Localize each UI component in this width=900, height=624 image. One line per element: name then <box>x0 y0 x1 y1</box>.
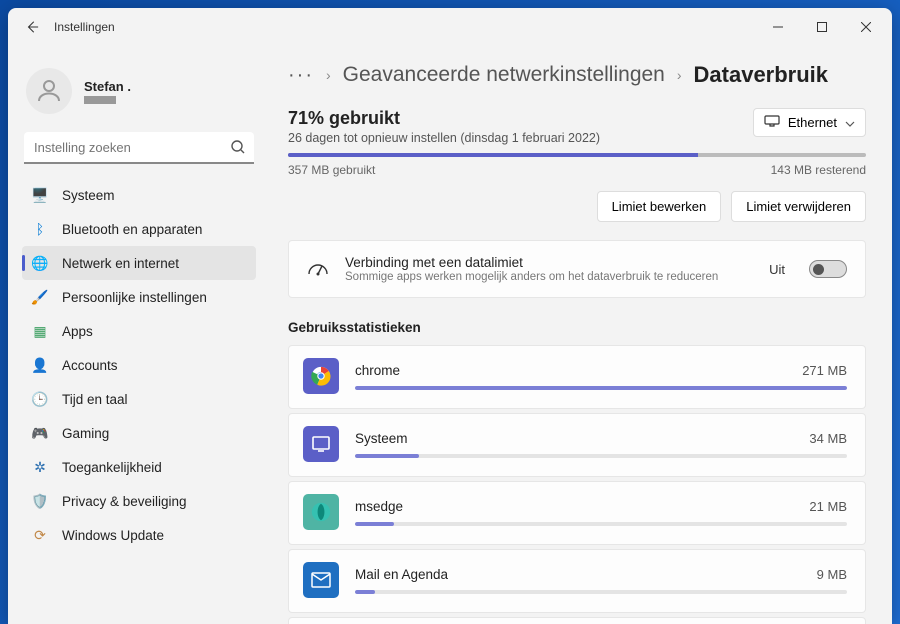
sidebar-item-6[interactable]: 🕒 Tijd en taal <box>22 382 256 416</box>
nav-icon: 🖌️ <box>32 289 48 305</box>
nav-label: Accounts <box>62 358 118 373</box>
nav-icon: 👤 <box>32 357 48 373</box>
profile-name: Stefan . <box>84 79 131 94</box>
nav-icon: ▦ <box>32 323 48 339</box>
app-row[interactable]: msedge 21 MB <box>288 481 866 545</box>
app-icon <box>303 494 339 530</box>
sidebar-item-8[interactable]: ✲ Toegankelijkheid <box>22 450 256 484</box>
nav-icon: 🖥️ <box>32 187 48 203</box>
app-icon <box>303 562 339 598</box>
app-usage-bar <box>355 590 847 594</box>
search-icon <box>230 139 246 160</box>
usage-used: 357 MB gebruikt <box>288 163 375 177</box>
app-row[interactable]: Systeem 34 MB <box>288 413 866 477</box>
sidebar-item-10[interactable]: ⟳ Windows Update <box>22 518 256 552</box>
app-row[interactable]: Mail en Agenda 9 MB <box>288 549 866 613</box>
app-name: Mail en Agenda <box>355 567 448 582</box>
sidebar-item-7[interactable]: 🎮 Gaming <box>22 416 256 450</box>
nav-label: Tijd en taal <box>62 392 128 407</box>
sidebar-item-0[interactable]: 🖥️ Systeem <box>22 178 256 212</box>
nav: 🖥️ Systeem ᛒ Bluetooth en apparaten 🌐 Netwerk… <box>22 178 256 552</box>
nav-icon: 🎮 <box>32 425 48 441</box>
chevron-right-icon: › <box>326 67 331 83</box>
ethernet-icon <box>764 115 780 130</box>
app-usage-bar <box>355 386 847 390</box>
usage-remaining: 143 MB resterend <box>771 163 866 177</box>
app-size: 271 MB <box>802 363 847 378</box>
minimize-button[interactable] <box>756 12 800 42</box>
avatar <box>26 68 72 114</box>
titlebar: Instellingen <box>8 8 892 46</box>
nav-label: Systeem <box>62 188 115 203</box>
sidebar-item-2[interactable]: 🌐 Netwerk en internet <box>22 246 256 280</box>
sidebar-item-4[interactable]: ▦ Apps <box>22 314 256 348</box>
maximize-button[interactable] <box>800 12 844 42</box>
ethernet-selector[interactable]: Ethernet <box>753 108 866 137</box>
sidebar-item-9[interactable]: 🛡️ Privacy & beveiliging <box>22 484 256 518</box>
breadcrumb-more-icon[interactable]: ··· <box>288 64 314 87</box>
card-subtitle: Sommige apps werken mogelijk anders om h… <box>345 271 753 283</box>
toggle-state: Uit <box>769 262 785 277</box>
nav-icon: ᛒ <box>32 221 48 237</box>
sidebar-item-5[interactable]: 👤 Accounts <box>22 348 256 382</box>
metered-connection-card[interactable]: Verbinding met een datalimiet Sommige ap… <box>288 240 866 298</box>
sidebar-item-3[interactable]: 🖌️ Persoonlijke instellingen <box>22 280 256 314</box>
app-row[interactable]: Microsoft Teams 7 MB <box>288 617 866 624</box>
nav-icon: 🛡️ <box>32 493 48 509</box>
app-size: 34 MB <box>809 431 847 446</box>
app-name: Systeem <box>355 431 408 446</box>
breadcrumb-current: Dataverbruik <box>694 62 829 88</box>
app-name: msedge <box>355 499 403 514</box>
chevron-right-icon: › <box>677 67 682 83</box>
nav-icon: 🕒 <box>32 391 48 407</box>
nav-label: Persoonlijke instellingen <box>62 290 207 305</box>
app-list: chrome 271 MB Systeem 34 MB msedge 21 MB… <box>288 345 866 624</box>
close-button[interactable] <box>844 12 888 42</box>
edit-limit-button[interactable]: Limiet bewerken <box>597 191 722 222</box>
app-title: Instellingen <box>54 20 115 34</box>
chevron-down-icon <box>845 115 855 130</box>
usage-title: 71% gebruikt <box>288 108 600 129</box>
app-icon <box>303 358 339 394</box>
search-input[interactable] <box>24 132 254 164</box>
gauge-icon <box>307 258 329 281</box>
ethernet-label: Ethernet <box>788 115 837 130</box>
app-row[interactable]: chrome 271 MB <box>288 345 866 409</box>
app-size: 9 MB <box>817 567 847 582</box>
nav-label: Toegankelijkheid <box>62 460 162 475</box>
search-box <box>24 132 254 164</box>
nav-icon: ✲ <box>32 459 48 475</box>
remove-limit-button[interactable]: Limiet verwijderen <box>731 191 866 222</box>
nav-label: Netwerk en internet <box>62 256 179 271</box>
profile[interactable]: Stefan . <box>22 54 256 132</box>
usage-subtitle: 26 dagen tot opnieuw instellen (dinsdag … <box>288 131 600 145</box>
nav-icon: 🌐 <box>32 255 48 271</box>
usage-progress <box>288 153 866 157</box>
nav-label: Apps <box>62 324 93 339</box>
main: ··· › Geavanceerde netwerkinstellingen ›… <box>266 46 892 624</box>
sidebar: Stefan . 🖥️ Systeem ᛒ Bluetooth en apparate… <box>8 46 266 624</box>
nav-label: Privacy & beveiliging <box>62 494 187 509</box>
settings-window: Instellingen Stefan . <box>8 8 892 624</box>
sidebar-item-1[interactable]: ᛒ Bluetooth en apparaten <box>22 212 256 246</box>
nav-label: Windows Update <box>62 528 164 543</box>
profile-email <box>84 96 116 104</box>
app-name: chrome <box>355 363 400 378</box>
app-size: 21 MB <box>809 499 847 514</box>
app-usage-bar <box>355 454 847 458</box>
nav-label: Bluetooth en apparaten <box>62 222 202 237</box>
breadcrumb: ··· › Geavanceerde netwerkinstellingen ›… <box>288 62 866 88</box>
card-title: Verbinding met een datalimiet <box>345 255 753 270</box>
app-usage-bar <box>355 522 847 526</box>
nav-icon: ⟳ <box>32 527 48 543</box>
metered-toggle[interactable] <box>809 260 847 278</box>
stats-heading: Gebruiksstatistieken <box>288 320 866 335</box>
breadcrumb-parent[interactable]: Geavanceerde netwerkinstellingen <box>343 63 665 87</box>
nav-label: Gaming <box>62 426 109 441</box>
back-icon[interactable] <box>24 19 40 35</box>
app-icon <box>303 426 339 462</box>
